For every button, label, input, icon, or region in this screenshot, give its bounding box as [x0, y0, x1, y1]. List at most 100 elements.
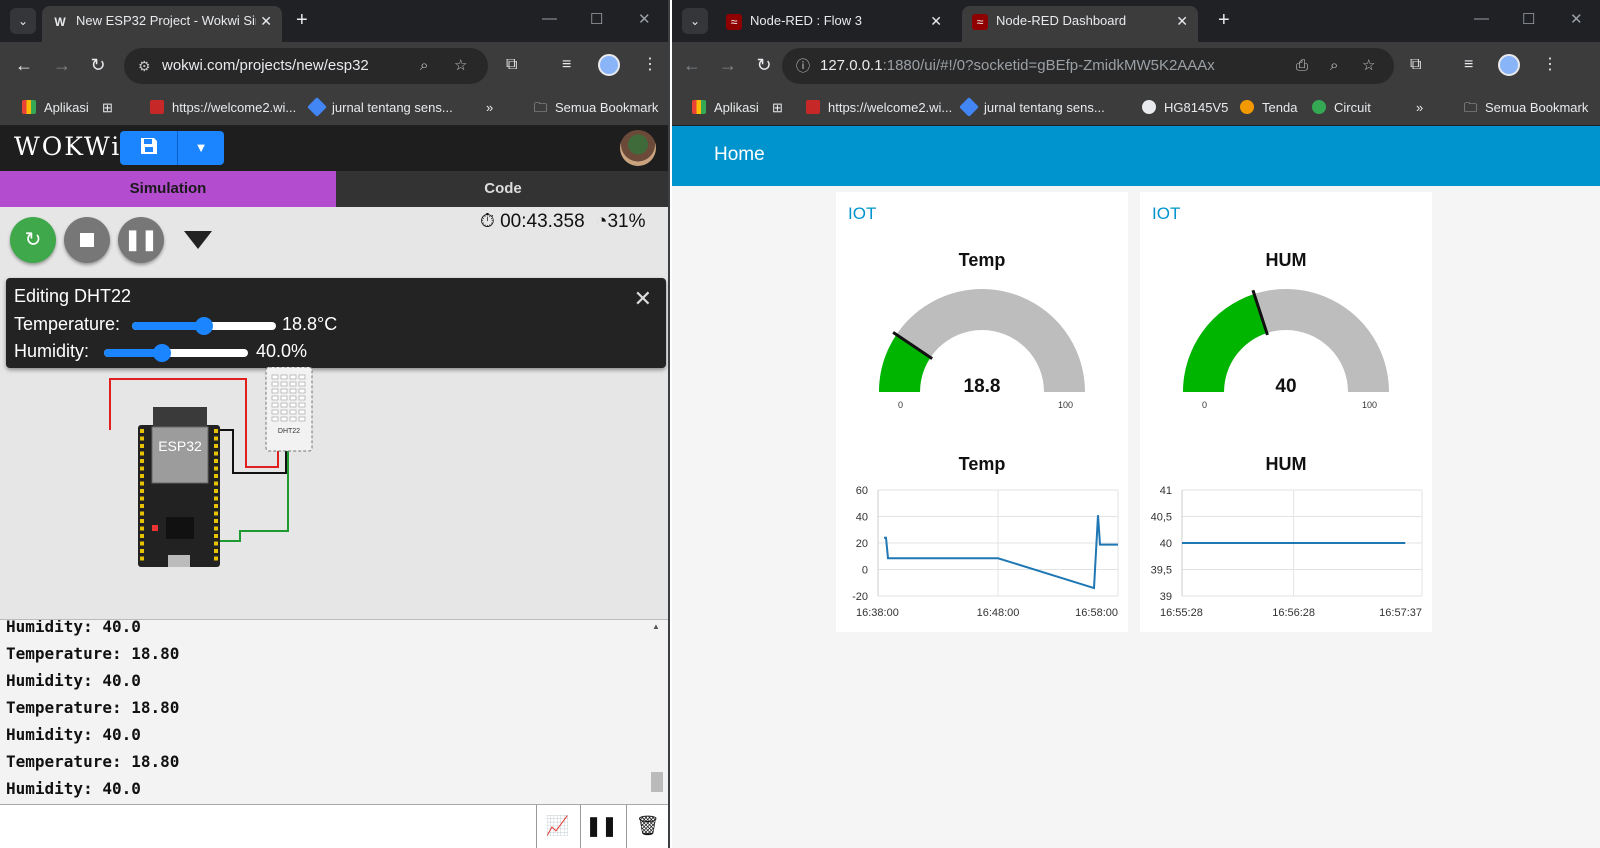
forward-icon[interactable]: → [716, 54, 740, 76]
trash-icon: 🗑 [635, 816, 660, 837]
bookmark-all[interactable]: 🗀 Semua Bookmark [1464, 98, 1588, 118]
extensions-icon[interactable]: ⧉ [1410, 54, 1421, 76]
url-host: 127.0.0.1 [820, 57, 883, 74]
tab-simulation[interactable]: Simulation [0, 171, 336, 207]
tab-node-red-flow[interactable]: ≈ Node-RED : Flow 3 ✕ [716, 6, 952, 42]
site-info-icon[interactable]: ⚙ [138, 48, 151, 84]
esp32-board[interactable]: ESP32 [138, 407, 220, 567]
restart-button[interactable]: ↻ [10, 217, 56, 263]
temperature-slider-fill [132, 322, 204, 330]
tab-search-button[interactable]: ⌄ [682, 8, 708, 34]
bookmark-circuit[interactable]: Circuit [1312, 98, 1371, 118]
site-info-icon[interactable]: ⓘ [796, 48, 810, 84]
new-tab-button[interactable]: + [296, 8, 308, 32]
close-window-icon[interactable]: ✕ [638, 10, 651, 28]
minimize-icon[interactable]: — [1474, 10, 1489, 27]
pin [214, 481, 218, 486]
bookmark-apps[interactable]: Aplikasi [22, 98, 89, 118]
vent [271, 402, 279, 408]
menu-icon[interactable]: ⋮ [642, 54, 658, 76]
reload-icon[interactable]: ↻ [86, 54, 110, 76]
forward-icon[interactable]: → [50, 54, 74, 76]
plotter-button[interactable]: 📈 [536, 805, 578, 848]
stopwatch-icon: ⏱ [480, 211, 495, 232]
back-icon[interactable]: ← [680, 54, 704, 76]
close-tab-icon[interactable]: ✕ [1176, 6, 1188, 36]
stop-button[interactable] [64, 217, 110, 263]
bookmark-star-icon[interactable]: ☆ [454, 48, 467, 84]
user-avatar[interactable] [620, 130, 656, 166]
bookmark-jurnal[interactable]: jurnal tentang sens... [959, 97, 1105, 118]
bookmark-welcome2[interactable]: https://welcome2.wi... [806, 98, 952, 118]
bookmark-tenda[interactable]: Tenda [1240, 98, 1297, 118]
group-title: IOT [1152, 204, 1181, 223]
bookmark-jurnal[interactable]: jurnal tentang sens... [307, 97, 453, 118]
clear-serial-button[interactable]: 🗑 [626, 805, 668, 848]
reload-icon[interactable]: ↻ [752, 54, 776, 76]
minimize-icon[interactable]: — [542, 10, 557, 27]
bookmark-grid[interactable]: ⊞ [772, 98, 783, 118]
close-icon[interactable]: ✕ [634, 286, 652, 312]
chart-title: HUM [1265, 454, 1307, 474]
profile-avatar[interactable] [1498, 54, 1520, 76]
pause-button[interactable]: ❚❚ [118, 217, 164, 263]
tab-code[interactable]: Code [336, 171, 668, 207]
address-bar[interactable]: ⓘ 127.0.0.1:1880/ui/#!/0?socketid=gBEfp-… [782, 48, 1394, 84]
temperature-slider-thumb[interactable] [195, 317, 213, 335]
gauge-value: 18.8 [963, 376, 1001, 397]
save-dropdown-button[interactable]: ▼ [178, 131, 224, 165]
humidity-slider[interactable] [104, 344, 248, 362]
install-app-icon[interactable]: ⎙ [1296, 48, 1308, 84]
extensions-icon[interactable]: ⧉ [506, 54, 517, 76]
scroll-thumb[interactable] [651, 772, 663, 792]
close-tab-icon[interactable]: ✕ [930, 6, 942, 36]
page-title[interactable]: Home [714, 144, 765, 166]
tab-wokwi[interactable]: W New ESP32 Project - Wokwi Sim ✕ [42, 6, 282, 42]
maximize-icon[interactable]: ☐ [590, 10, 603, 28]
tab-node-red-dashboard[interactable]: ≈ Node-RED Dashboard ✕ [962, 6, 1198, 42]
zoom-icon[interactable]: ⌕ [1330, 48, 1338, 84]
bookmark-welcome2[interactable]: https://welcome2.wi... [150, 98, 296, 118]
bookmark-apps[interactable]: Aplikasi [692, 98, 759, 118]
bookmarks-overflow[interactable]: » [1416, 98, 1423, 118]
gauge-title: Temp [958, 250, 1006, 270]
dht22-sensor[interactable]: DHT22 [265, 367, 313, 452]
new-tab-button[interactable]: + [1218, 8, 1230, 32]
grid-icon: ⊞ [772, 100, 783, 115]
serial-scrollbar[interactable]: ▲ [650, 620, 664, 804]
close-window-icon[interactable]: ✕ [1570, 10, 1583, 28]
temperature-slider[interactable] [132, 317, 276, 335]
pin [140, 519, 144, 523]
scroll-up-icon[interactable]: ▲ [652, 622, 660, 631]
media-icon[interactable]: ≡ [1464, 54, 1473, 76]
serial-input[interactable]: 📈 ❚❚ 🗑 [0, 804, 668, 848]
bookmark-hg8145v5[interactable]: HG8145V5 [1142, 98, 1228, 118]
tab-search-button[interactable]: ⌄ [10, 8, 36, 34]
profile-avatar[interactable] [598, 54, 620, 76]
pin [214, 526, 218, 531]
humidity-slider-thumb[interactable] [152, 344, 171, 362]
zoom-icon[interactable]: ⌕ [420, 48, 428, 84]
wokwi-logo[interactable]: WOKWi [14, 132, 121, 161]
pin [214, 459, 218, 463]
pin [214, 549, 218, 553]
address-bar[interactable]: ⚙ wokwi.com/projects/new/esp32 ⌕ ☆ [124, 48, 488, 84]
bookmark-star-icon[interactable]: ☆ [1362, 48, 1375, 84]
pause-icon: ❚❚ [585, 816, 618, 837]
bookmark-grid[interactable]: ⊞ [102, 98, 113, 118]
pin [214, 511, 218, 516]
save-button[interactable] [120, 131, 178, 165]
bookmark-all[interactable]: 🗀 Semua Bookmark [534, 98, 658, 118]
pin [140, 481, 144, 486]
back-icon[interactable]: ← [12, 54, 36, 76]
vent [280, 381, 288, 387]
close-tab-icon[interactable]: ✕ [256, 6, 272, 36]
media-icon[interactable]: ≡ [562, 54, 571, 76]
maximize-icon[interactable]: ☐ [1522, 10, 1535, 28]
vent [298, 381, 306, 387]
bookmarks-overflow[interactable]: » [486, 98, 493, 118]
pause-serial-button[interactable]: ❚❚ [580, 805, 622, 848]
pin [140, 556, 144, 561]
menu-icon[interactable]: ⋮ [1542, 54, 1558, 76]
x-tick-label: 16:58:00 [1075, 607, 1118, 619]
